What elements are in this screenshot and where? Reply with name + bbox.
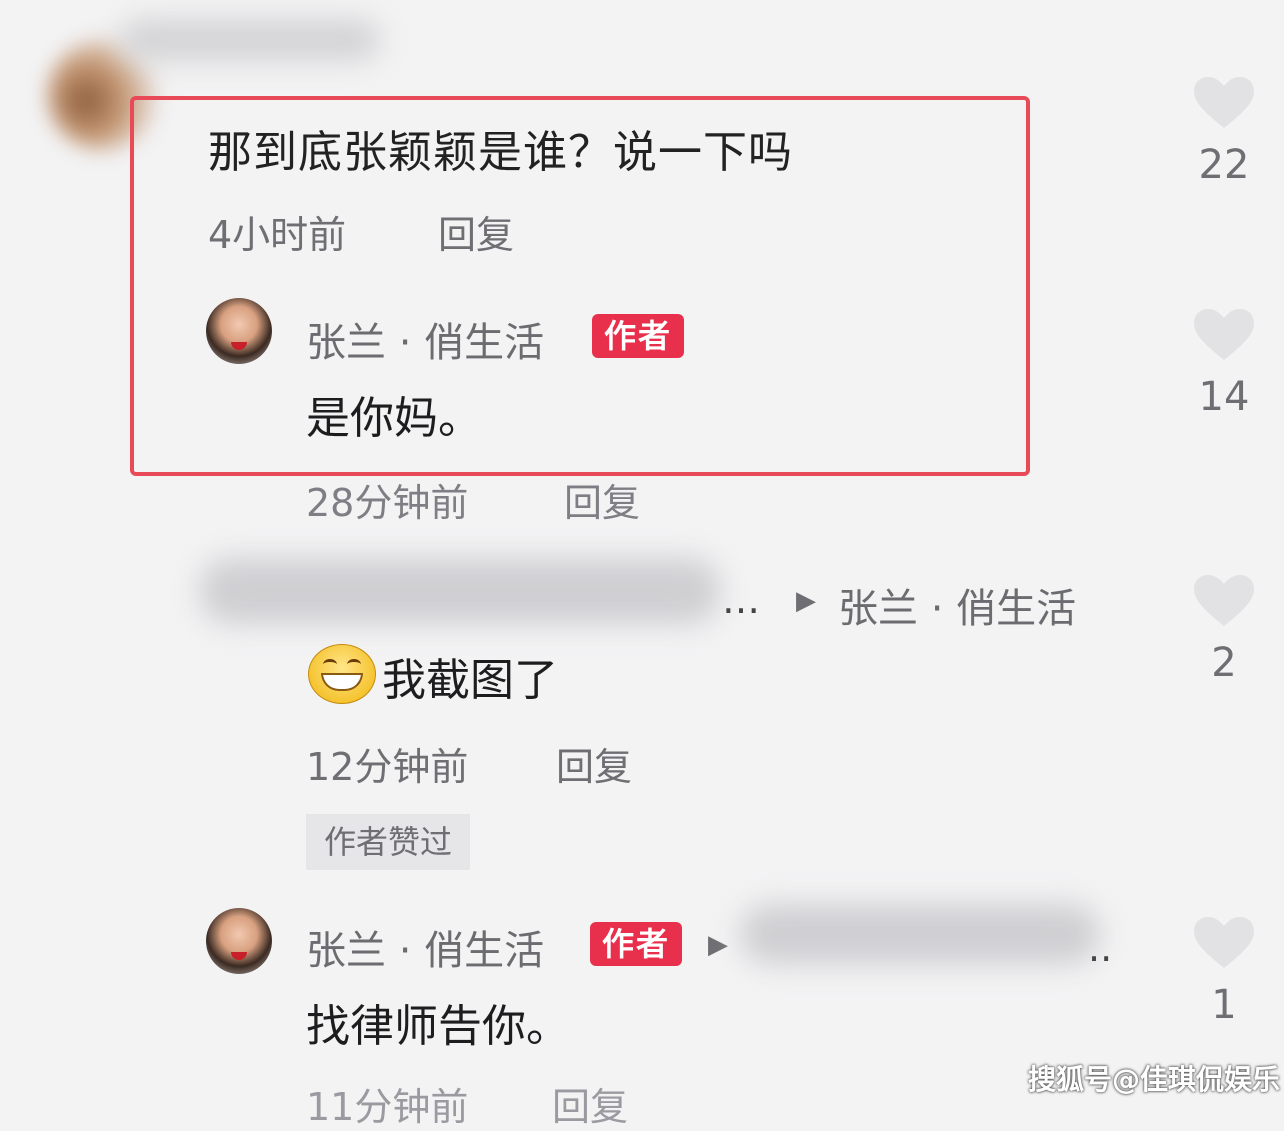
- grin-emoji-icon: [308, 644, 376, 704]
- reply-text: 我截图了: [382, 655, 558, 706]
- blurred-username: [120, 20, 380, 60]
- reply-time: 28分钟前: [306, 481, 469, 525]
- reply-button[interactable]: 回复: [438, 204, 514, 259]
- comment-time: 4小时前: [208, 213, 347, 257]
- reply-to-name[interactable]: 张兰 · 俏生活: [838, 576, 1076, 634]
- heart-icon[interactable]: [1192, 74, 1256, 130]
- reply-time: 12分钟前: [306, 745, 469, 789]
- heart-icon[interactable]: [1192, 306, 1256, 362]
- reply-button[interactable]: 回复: [564, 472, 640, 527]
- author-badge: 作者: [590, 922, 683, 966]
- like-count: 2: [1211, 640, 1237, 686]
- author-avatar[interactable]: [206, 908, 272, 974]
- like-count: 1: [1211, 982, 1237, 1028]
- play-arrow-icon: ▶: [796, 586, 816, 616]
- reply-text: 是你妈。: [306, 393, 482, 444]
- blurred-username: [740, 904, 1100, 964]
- heart-icon[interactable]: [1192, 572, 1256, 628]
- reply-text: 找律师告你。: [306, 1001, 570, 1052]
- truncation-ellipsis: ..: [1088, 926, 1113, 970]
- like-count: 14: [1198, 374, 1250, 420]
- truncation-ellipsis: …: [722, 578, 760, 622]
- blurred-username: [200, 558, 720, 624]
- author-badge: 作者: [592, 314, 685, 358]
- reply-author-name[interactable]: 张兰 · 俏生活: [306, 918, 544, 976]
- watermark: 搜狐号@佳琪侃娱乐: [1028, 1063, 1281, 1096]
- comment-text: 那到底张颖颖是谁？说一下吗: [208, 127, 793, 178]
- play-arrow-icon: ▶: [708, 930, 728, 960]
- heart-icon[interactable]: [1192, 914, 1256, 970]
- reply-author-name[interactable]: 张兰 · 俏生活: [306, 310, 544, 368]
- reply-button[interactable]: 回复: [556, 736, 632, 791]
- author-avatar[interactable]: [206, 298, 272, 364]
- like-count: 22: [1198, 142, 1250, 188]
- author-liked-tag: 作者赞过: [306, 814, 471, 870]
